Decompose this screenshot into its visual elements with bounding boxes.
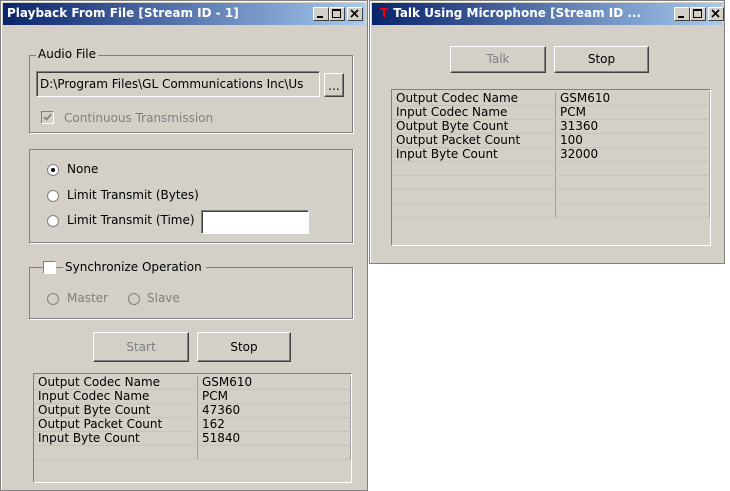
playback-window: Playback From File [Stream ID - 1] Audio…: [0, 0, 368, 491]
radio-slave-label: Slave: [147, 291, 180, 305]
talk-stats-table: Output Codec Name GSM610 Input Codec Name…: [392, 92, 710, 218]
table-row: Input Codec Name PCM: [392, 105, 710, 120]
maximize-icon: [693, 9, 702, 18]
stat-value: 162: [197, 417, 351, 432]
close-button[interactable]: [347, 7, 363, 21]
maximize-icon: [332, 9, 341, 18]
stat-name: Output Byte Count: [34, 403, 198, 418]
checkmark-icon: [43, 113, 52, 121]
stat-value: 100: [555, 133, 710, 148]
stat-value: 32000: [555, 147, 710, 162]
audio-file-group-label: Audio File: [36, 47, 99, 61]
stat-value: GSM610: [197, 376, 351, 390]
talk-titlebar[interactable]: T Talk Using Microphone [Stream ID ...: [372, 3, 724, 25]
stat-name: [392, 161, 556, 176]
stat-name: Output Codec Name: [34, 376, 198, 390]
radio-none[interactable]: [47, 164, 59, 176]
stat-value: 47360: [197, 403, 351, 418]
stat-value: PCM: [197, 389, 351, 404]
stop-button[interactable]: Stop: [197, 332, 291, 362]
table-row: [392, 189, 710, 204]
stat-value: [555, 161, 710, 176]
radio-limit-bytes-label: Limit Transmit (Bytes): [67, 188, 199, 202]
stat-value: PCM: [555, 105, 710, 120]
radio-limit-time[interactable]: [47, 215, 59, 227]
maximize-button[interactable]: [329, 7, 345, 21]
table-row: Output Byte Count 47360: [34, 403, 351, 418]
close-icon: [350, 9, 359, 18]
stat-name: [392, 189, 556, 204]
stat-name: Output Packet Count: [392, 133, 556, 148]
table-row: Output Codec Name GSM610: [34, 376, 351, 390]
sync-checkbox[interactable]: [43, 261, 56, 274]
table-row: Input Byte Count 51840: [34, 431, 351, 446]
radio-limit-bytes[interactable]: [47, 190, 59, 202]
talk-button[interactable]: Talk: [450, 46, 546, 73]
radio-limit-time-label: Limit Transmit (Time): [67, 213, 195, 227]
stat-value: [197, 445, 351, 460]
table-row: Output Packet Count 162: [34, 417, 351, 432]
stat-name: Input Codec Name: [392, 105, 556, 120]
table-row: [392, 161, 710, 176]
continuous-label: Continuous Transmission: [64, 111, 214, 125]
table-row: Output Packet Count 100: [392, 133, 710, 148]
stat-value: GSM610: [555, 92, 710, 106]
stat-value: [555, 175, 710, 190]
talk-stats-grid: Output Codec Name GSM610 Input Codec Name…: [391, 89, 711, 246]
table-row: Input Byte Count 32000: [392, 147, 710, 162]
stat-name: [392, 203, 556, 218]
continuous-checkbox[interactable]: [41, 111, 54, 124]
radio-slave[interactable]: [128, 293, 140, 305]
stat-name: Output Codec Name: [392, 92, 556, 106]
stat-value: 51840: [197, 431, 351, 446]
playback-titlebar[interactable]: Playback From File [Stream ID - 1]: [3, 3, 365, 25]
start-button[interactable]: Start: [93, 332, 189, 362]
table-row: Output Byte Count 31360: [392, 119, 710, 134]
browse-button[interactable]: ...: [324, 73, 344, 97]
table-row: [34, 445, 351, 460]
stat-value: [555, 189, 710, 204]
radio-none-label: None: [67, 162, 99, 176]
talk-window: T Talk Using Microphone [Stream ID ... Ta…: [369, 0, 725, 264]
stat-name: [392, 175, 556, 190]
maximize-button[interactable]: [690, 7, 706, 21]
minimize-icon: [678, 16, 684, 18]
stat-value: 31360: [555, 119, 710, 134]
talk-window-title: T Talk Using Microphone [Stream ID ...: [380, 6, 641, 20]
stat-name: [34, 445, 198, 460]
playback-window-title: Playback From File [Stream ID - 1]: [7, 6, 239, 20]
app-icon: T: [380, 6, 389, 20]
stat-name: Input Codec Name: [34, 389, 198, 404]
sync-label: Synchronize Operation: [63, 260, 206, 274]
radio-master-label: Master: [67, 291, 108, 305]
stat-name: Input Byte Count: [34, 431, 198, 446]
table-row: [392, 175, 710, 190]
playback-stats-grid: Output Codec Name GSM610 Input Codec Name…: [33, 373, 352, 483]
radio-master[interactable]: [47, 293, 59, 305]
stat-value: [555, 203, 710, 218]
close-button[interactable]: [708, 7, 724, 21]
stat-name: Input Byte Count: [392, 147, 556, 162]
table-row: Input Codec Name PCM: [34, 389, 351, 404]
limit-time-input[interactable]: [201, 210, 309, 234]
talk-stop-button[interactable]: Stop: [554, 46, 649, 73]
talk-window-title-text: Talk Using Microphone [Stream ID ...: [393, 6, 642, 20]
minimize-button[interactable]: [313, 7, 329, 21]
minimize-icon: [317, 16, 323, 18]
close-icon: [711, 9, 720, 18]
table-row: [392, 203, 710, 218]
file-path-field[interactable]: D:\Program Files\GL Communications Inc\U…: [36, 71, 320, 97]
minimize-button[interactable]: [674, 7, 690, 21]
stat-name: Output Packet Count: [34, 417, 198, 432]
stat-name: Output Byte Count: [392, 119, 556, 134]
playback-stats-table: Output Codec Name GSM610 Input Codec Name…: [34, 376, 351, 460]
table-row: Output Codec Name GSM610: [392, 92, 710, 106]
